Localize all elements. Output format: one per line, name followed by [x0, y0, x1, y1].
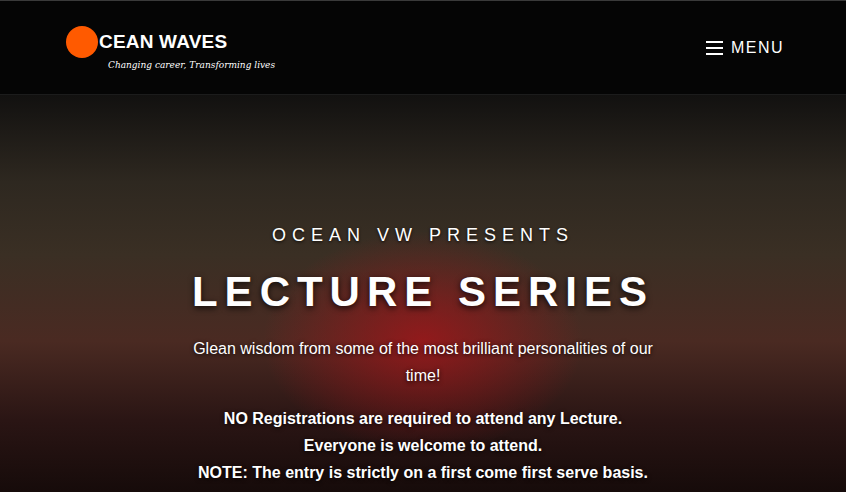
- logo-text: CEAN WAVES: [99, 31, 227, 53]
- menu-button[interactable]: MENU: [706, 35, 784, 61]
- page: CEAN WAVES Changing career, Transforming …: [0, 0, 846, 492]
- hero-title: LECTURE SERIES: [192, 265, 654, 319]
- hero-note: NOTE: The entry is strictly on a first c…: [198, 459, 648, 486]
- logo-circle-icon: [66, 26, 98, 58]
- hamburger-icon: [706, 41, 723, 55]
- menu-label: MENU: [731, 39, 784, 57]
- hero-eyebrow: OCEAN VW PRESENTS: [272, 225, 574, 245]
- logo[interactable]: CEAN WAVES Changing career, Transforming …: [66, 26, 275, 70]
- hero-note: NO Registrations are required to attend …: [198, 405, 648, 432]
- logo-row: CEAN WAVES: [66, 26, 275, 58]
- hero-subtitle: Glean wisdom from some of the most brill…: [183, 335, 663, 389]
- hero-notes: NO Registrations are required to attend …: [198, 405, 648, 486]
- hero-note: Everyone is welcome to attend.: [198, 432, 648, 459]
- header: CEAN WAVES Changing career, Transforming …: [0, 0, 846, 95]
- hero: OCEAN VW PRESENTS LECTURE SERIES Glean wis…: [0, 95, 846, 492]
- logo-tagline: Changing career, Transforming lives: [108, 60, 275, 70]
